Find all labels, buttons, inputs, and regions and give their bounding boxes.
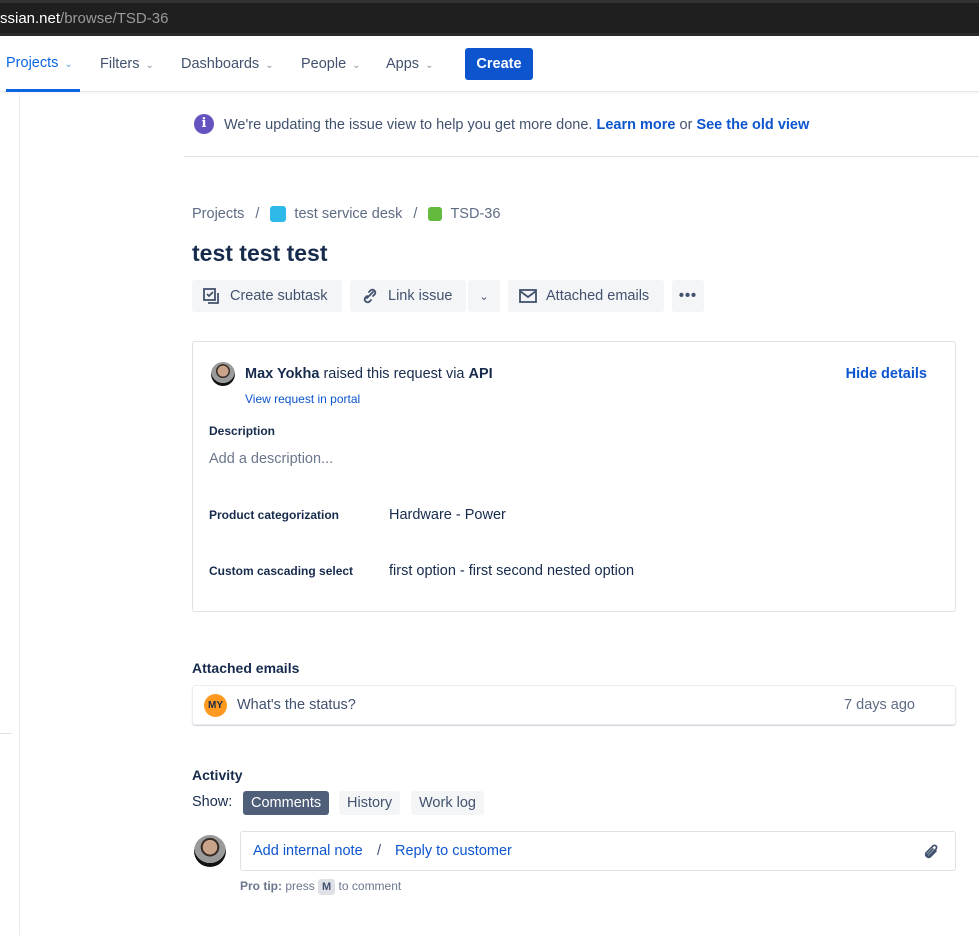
request-details-card: Max Yokha raised this request via API Vi… (192, 341, 956, 612)
chevron-down-icon: ⌄ (479, 291, 489, 303)
request-channel: API (468, 366, 493, 382)
info-icon: i (194, 114, 214, 134)
keyboard-key: M (318, 879, 336, 895)
subtask-icon (203, 288, 219, 304)
comment-box[interactable]: Add internal note / Reply to customer (240, 831, 956, 871)
old-view-link[interactable]: See the old view (696, 117, 809, 133)
protip-label: Pro tip: (240, 879, 282, 893)
current-user-avatar (194, 835, 226, 867)
description-label: Description (209, 424, 276, 438)
banner-text: We're updating the issue view to help yo… (224, 117, 593, 133)
protip-text: to comment (338, 879, 402, 893)
chevron-down-icon: ⌄ (425, 60, 434, 71)
view-request-portal-link[interactable]: View request in portal (245, 392, 360, 406)
separator: / (377, 843, 382, 859)
avatar (211, 362, 235, 386)
nav-label: Dashboards (181, 56, 260, 72)
breadcrumb: Projects / test service desk / TSD-36 (192, 206, 501, 222)
pro-tip: Pro tip: press M to comment (240, 879, 401, 895)
project-icon (270, 206, 287, 222)
button-label: Link issue (388, 288, 453, 304)
description-field[interactable]: Add a description... (209, 451, 333, 467)
create-button[interactable]: Create (465, 48, 533, 80)
email-list-item[interactable]: MY What's the status? 7 days ago (192, 685, 956, 725)
product-label: Product categorization (209, 508, 340, 522)
create-subtask-button[interactable]: Create subtask (192, 280, 342, 312)
hide-details-link[interactable]: Hide details (846, 366, 927, 382)
reporter-name[interactable]: Max Yokha (245, 366, 319, 382)
add-internal-note-link[interactable]: Add internal note (253, 843, 363, 859)
tab-history[interactable]: History (339, 791, 401, 815)
activity-heading: Activity (192, 767, 243, 783)
banner-or: or (679, 117, 693, 133)
chevron-down-icon: ⌄ (64, 59, 73, 70)
browser-url-bar[interactable]: ssian.net/browse/TSD-36 (0, 0, 979, 36)
link-icon (363, 288, 377, 304)
nav-label: Projects (6, 55, 59, 71)
email-time: 7 days ago (844, 697, 915, 713)
link-issue-dropdown[interactable]: ⌄ (468, 280, 500, 312)
nav-label: Apps (386, 56, 420, 72)
chevron-down-icon: ⌄ (352, 60, 361, 71)
show-label: Show: (192, 794, 233, 810)
sidebar-divider (19, 93, 20, 935)
button-label: Create subtask (230, 288, 328, 304)
nav-projects[interactable]: Projects ⌄ (6, 36, 80, 92)
nav-label: Filters (100, 56, 140, 72)
issue-type-icon (428, 207, 443, 221)
attached-emails-heading: Attached emails (192, 660, 300, 676)
sidebar-divider-mark (0, 733, 12, 734)
avatar: MY (204, 694, 227, 717)
tab-work-log[interactable]: Work log (411, 791, 484, 815)
breadcrumb-issue[interactable]: TSD-36 (450, 206, 500, 222)
attached-emails-button[interactable]: Attached emails (508, 280, 664, 312)
breadcrumb-projects[interactable]: Projects (192, 206, 244, 222)
nav-filters[interactable]: Filters ⌄ (100, 36, 154, 92)
chevron-down-icon: ⌄ (145, 60, 154, 71)
url-path: /browse/TSD-36 (60, 10, 169, 27)
breadcrumb-project[interactable]: test service desk (294, 206, 402, 222)
issue-title[interactable]: test test test (192, 240, 327, 267)
protip-text: press (285, 879, 315, 893)
cascade-label: Custom cascading select (209, 564, 354, 578)
nav-apps[interactable]: Apps ⌄ (386, 36, 433, 92)
envelope-icon (519, 289, 537, 303)
nav-dashboards[interactable]: Dashboards ⌄ (181, 36, 274, 92)
top-navigation: Projects ⌄ Filters ⌄ Dashboards ⌄ People ⌄ A… (0, 36, 979, 92)
cascade-value[interactable]: first option - first second nested optio… (389, 563, 634, 579)
more-actions-button[interactable]: ••• (672, 280, 704, 312)
raised-text: raised this request via (323, 366, 465, 382)
url-host: ssian.net (0, 10, 61, 27)
nav-label: People (301, 56, 347, 72)
button-label: Attached emails (546, 288, 650, 304)
nav-people[interactable]: People ⌄ (301, 36, 361, 92)
paperclip-icon[interactable] (921, 842, 941, 862)
more-icon: ••• (678, 288, 698, 304)
product-value[interactable]: Hardware - Power (389, 507, 506, 523)
learn-more-link[interactable]: Learn more (596, 117, 675, 133)
tab-comments[interactable]: Comments (243, 791, 330, 815)
reply-to-customer-link[interactable]: Reply to customer (395, 843, 512, 859)
info-banner: i We're updating the issue view to help … (184, 93, 979, 157)
chevron-down-icon: ⌄ (265, 60, 274, 71)
link-issue-button[interactable]: Link issue (350, 280, 466, 312)
email-subject: What's the status? (237, 697, 356, 713)
